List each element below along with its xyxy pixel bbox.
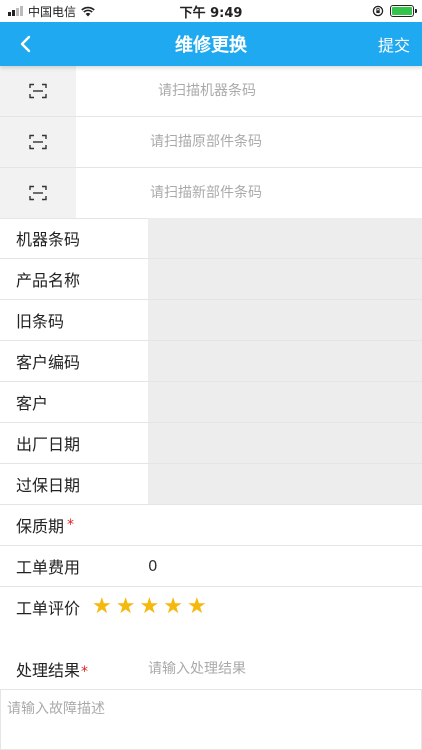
- status-right: [372, 5, 417, 17]
- page-title: 维修更换: [175, 35, 247, 56]
- new-part-barcode-input[interactable]: [76, 168, 422, 218]
- carrier-name: 中国电信: [28, 4, 77, 19]
- scan-button-machine[interactable]: [0, 66, 76, 116]
- field-label: 客户: [16, 394, 49, 413]
- submit-button[interactable]: 提交: [378, 32, 410, 56]
- field-label: 保质期 *: [0, 505, 148, 545]
- field-label: 客户编码: [16, 353, 81, 372]
- field-customer-code: 客户编码: [0, 341, 422, 382]
- nav-bar: 维修更换 提交: [0, 22, 422, 66]
- scan-button-new-part[interactable]: [0, 168, 76, 218]
- rating-label: 工单评价: [16, 599, 81, 618]
- field-value: [148, 423, 422, 463]
- field-product-name: 产品名称: [0, 259, 422, 300]
- field-value: [148, 300, 422, 340]
- wifi-icon: [81, 6, 95, 16]
- required-mark: *: [67, 517, 75, 533]
- field-label: 工单费用: [16, 558, 81, 577]
- field-machine-barcode: 机器条码: [0, 218, 422, 259]
- star-icon[interactable]: ★: [163, 596, 183, 618]
- field-label: 处理结果*: [0, 657, 148, 681]
- star-icon[interactable]: ★: [116, 596, 136, 618]
- scan-icon: [29, 185, 47, 201]
- warranty-value[interactable]: [148, 505, 422, 545]
- scan-icon: [29, 134, 47, 150]
- field-value: [148, 382, 422, 422]
- fee-value: 0: [148, 546, 422, 586]
- processing-result-input[interactable]: [148, 661, 422, 677]
- scan-icon: [29, 83, 47, 99]
- required-mark: *: [81, 664, 89, 680]
- field-old-barcode: 旧条码: [0, 300, 422, 341]
- star-icon[interactable]: ★: [187, 596, 207, 618]
- scan-row-machine: [0, 66, 422, 117]
- fault-description-textarea[interactable]: [0, 689, 422, 750]
- status-bar: 中国电信 下午 9:49: [0, 0, 422, 22]
- field-value: [148, 259, 422, 299]
- field-label: 过保日期: [16, 476, 81, 495]
- scan-button-original-part[interactable]: [0, 117, 76, 167]
- rating-stars: ★ ★ ★ ★ ★: [92, 596, 207, 618]
- field-value: [148, 464, 422, 504]
- field-processing-result: 处理结果*: [0, 648, 422, 690]
- battery-icon: [390, 5, 417, 17]
- scan-row-new-part: [0, 168, 422, 219]
- scan-row-original-part: [0, 117, 422, 168]
- field-label: 旧条码: [16, 312, 65, 331]
- field-customer: 客户: [0, 382, 422, 423]
- star-icon[interactable]: ★: [92, 596, 112, 618]
- star-icon[interactable]: ★: [139, 596, 159, 618]
- back-button[interactable]: [12, 30, 40, 58]
- field-warranty-expiry-date: 过保日期: [0, 464, 422, 505]
- field-label: 机器条码: [16, 230, 81, 249]
- field-value: [148, 341, 422, 381]
- machine-barcode-input[interactable]: [76, 66, 422, 116]
- field-work-order-rating: 工单评价 ★ ★ ★ ★ ★: [0, 585, 422, 629]
- warranty-label: 保质期: [16, 517, 65, 536]
- field-work-order-fee: 工单费用 0: [0, 546, 422, 587]
- status-left: 中国电信: [8, 3, 95, 20]
- original-part-barcode-input[interactable]: [76, 117, 422, 167]
- field-label: 产品名称: [16, 271, 81, 290]
- field-factory-date: 出厂日期: [0, 423, 422, 464]
- chevron-left-icon: [20, 35, 31, 53]
- field-value: [148, 218, 422, 258]
- result-label: 处理结果: [16, 661, 81, 680]
- signal-icon: [8, 6, 23, 16]
- field-warranty-period[interactable]: 保质期 *: [0, 505, 422, 546]
- rotation-lock-icon: [372, 5, 384, 17]
- field-label: 出厂日期: [16, 435, 81, 454]
